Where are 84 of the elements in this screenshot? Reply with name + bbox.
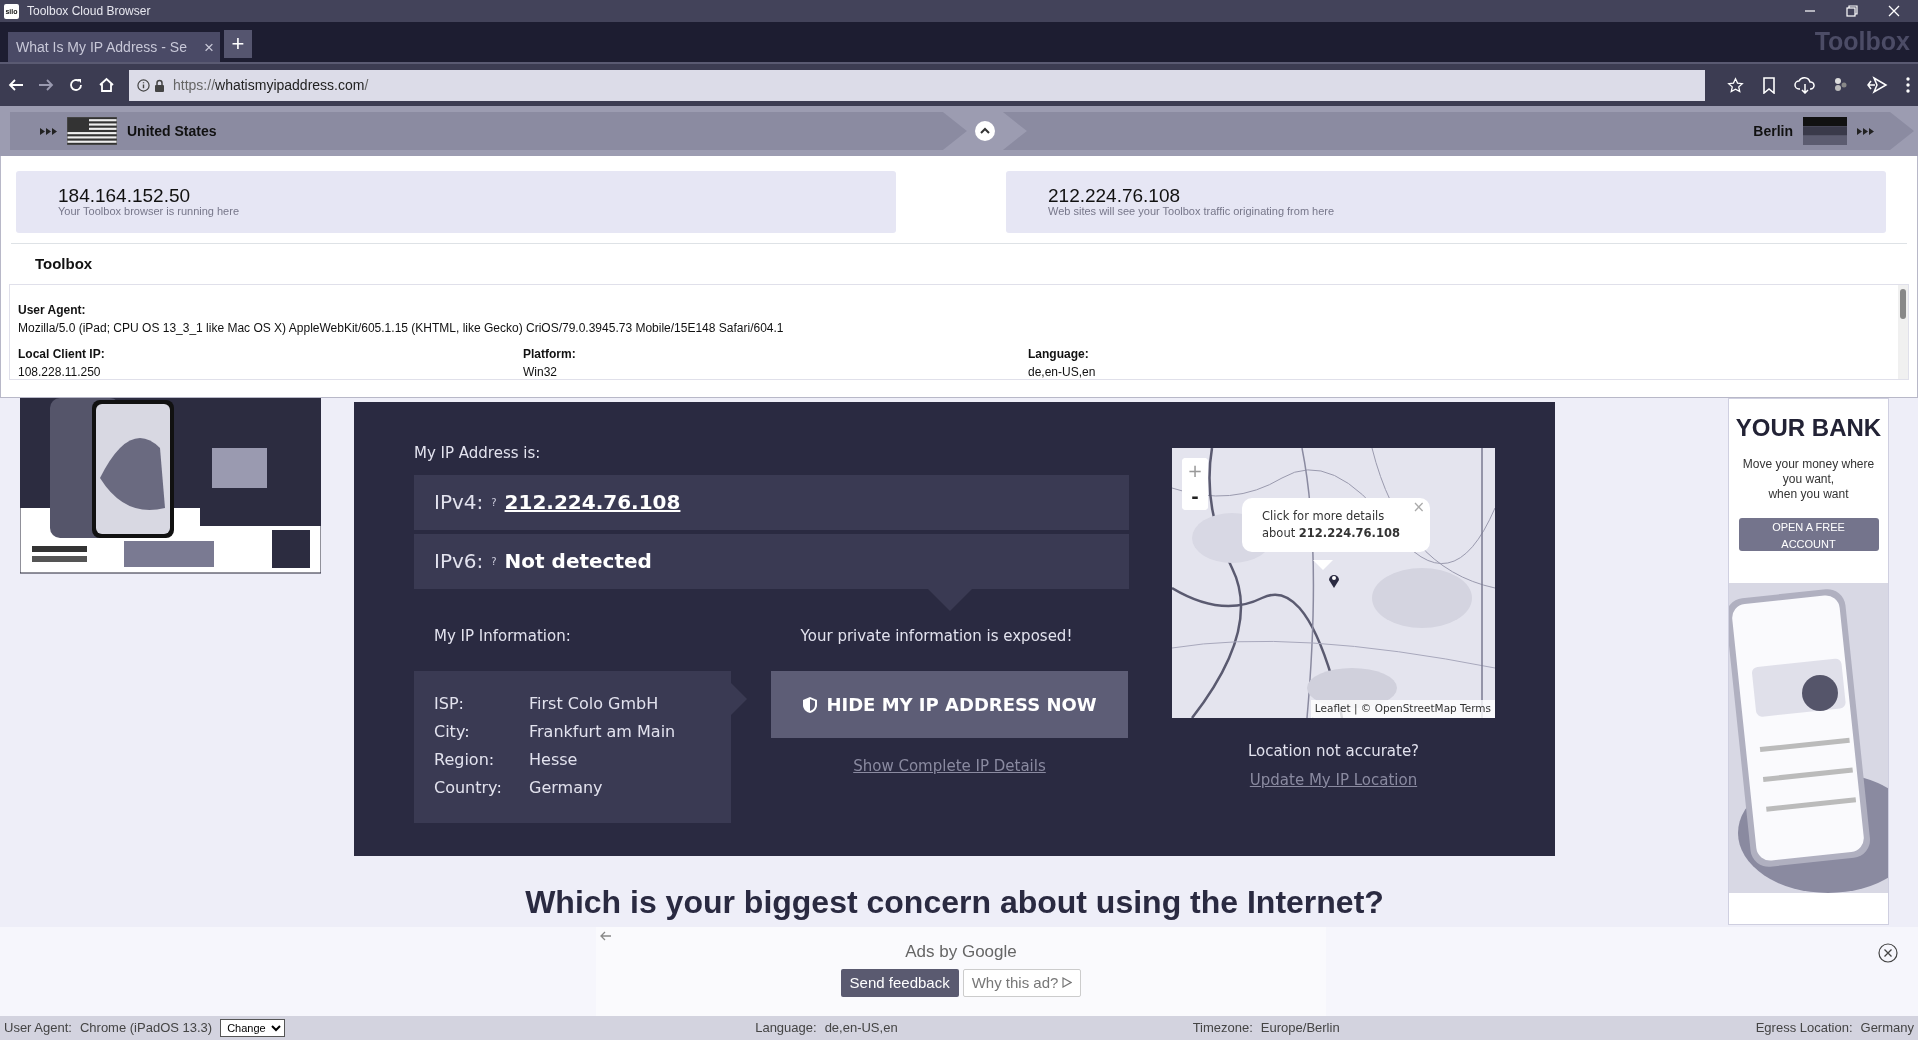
section-title: Toolbox — [35, 255, 93, 272]
status-label: Timezone: — [1192, 1019, 1253, 1038]
change-select[interactable]: Change — [220, 1019, 286, 1037]
field-label: Local Client IP: — [18, 346, 106, 363]
status-value: de,en-US,en — [824, 1019, 898, 1038]
menu-icon[interactable] — [1906, 77, 1910, 93]
field-label: Language: — [1028, 346, 1090, 363]
info-icon — [137, 78, 150, 92]
browser-tab[interactable]: What Is My IP Address - Se × — [8, 32, 220, 62]
origin-label: United States — [127, 121, 217, 141]
field-value: de,en-US,en — [1028, 364, 1097, 379]
cloud-download-icon[interactable] — [1794, 76, 1816, 94]
status-value: Germany — [1860, 1019, 1914, 1038]
ad-heading: YOUR BANK — [1735, 415, 1882, 441]
flag-icon — [67, 117, 117, 145]
url-text[interactable]: https://whatismyipaddress.com/ — [173, 74, 369, 96]
shield-icon — [802, 695, 819, 714]
details-link[interactable]: Show Complete IP Details — [853, 755, 1046, 778]
help-link[interactable]: ? — [491, 494, 497, 510]
send-icon[interactable] — [1866, 76, 1888, 94]
section-heading: Which is your biggest concern about using the Internet? — [524, 883, 1385, 922]
field-label: Platform: — [523, 346, 577, 363]
star-icon[interactable] — [1727, 76, 1744, 94]
ip-caption: Your Toolbox browser is running here — [58, 205, 240, 217]
ip-value: Not detected — [504, 548, 652, 575]
info-value: Hesse — [529, 750, 578, 769]
field-label: User Agent: — [18, 302, 87, 319]
ip-address: 184.164.152.50 — [58, 186, 192, 205]
window-title: Toolbox Cloud Browser — [27, 3, 151, 20]
panel-label: My IP Address is: — [414, 443, 542, 464]
info-value: First Colo GmbH — [529, 694, 659, 713]
dots-icon[interactable] — [1834, 77, 1848, 93]
home-icon[interactable] — [98, 77, 115, 93]
location-question: Location not accurate? — [1247, 741, 1420, 762]
arrows-icon — [40, 127, 57, 135]
destination-label: Berlin — [1753, 121, 1793, 141]
ip-caption: Web sites will see your Toolbox traffic originating from here — [1048, 205, 1336, 217]
back-icon[interactable] — [8, 77, 24, 93]
info-label: City: — [434, 721, 471, 743]
help-link[interactable]: ? — [491, 553, 497, 569]
flag-icon — [1803, 117, 1847, 145]
restore-icon[interactable] — [1846, 5, 1858, 17]
why-this-ad-button[interactable]: Why this ad? — [962, 968, 1082, 997]
lock-icon — [154, 78, 165, 92]
info-value: Germany — [529, 778, 603, 797]
info-value: Frankfurt am Main — [529, 722, 676, 741]
ip-value[interactable]: 212.224.76.108 — [504, 487, 681, 517]
status-value: Chrome (iPadOS 13.3) — [79, 1019, 213, 1038]
forward-icon[interactable] — [38, 77, 54, 93]
status-label: Egress Location: — [1755, 1019, 1853, 1038]
map-pin-icon[interactable] — [1328, 572, 1340, 589]
close-icon[interactable] — [1878, 943, 1898, 963]
bookmark-icon[interactable] — [1762, 76, 1776, 94]
field-value: 108.228.11.250 — [18, 364, 102, 379]
info-label: Country: — [434, 777, 503, 799]
send-feedback-button[interactable]: Send feedback — [840, 968, 959, 997]
warning-text: Your private information is exposed! — [799, 625, 1074, 647]
new-tab-button[interactable]: + — [224, 30, 252, 58]
status-label: User Agent: — [4, 1019, 72, 1038]
status-value: Europe/Berlin — [1260, 1019, 1340, 1038]
popup-tail — [1313, 560, 1333, 570]
info-label: ISP: — [434, 693, 465, 715]
status-label: Language: — [755, 1019, 817, 1038]
panel-label: My IP Information: — [433, 625, 572, 647]
open-account-button[interactable]: OPEN A FREE ACCOUNT — [1738, 518, 1879, 551]
popup-text: Click for more details about 212.224.76.108 — [1262, 509, 1400, 540]
close-tab-button[interactable]: × — [204, 38, 214, 56]
url-field[interactable]: https://whatismyipaddress.com/ — [129, 69, 1705, 101]
map-attribution: Leaflet | © OpenStreetMap Terms — [1310, 700, 1495, 718]
play-icon — [1062, 977, 1073, 989]
update-location-link[interactable]: Update My IP Location — [1249, 768, 1418, 791]
collapse-button[interactable] — [974, 121, 995, 141]
ad-text: Move your money where you want, when you want — [1742, 457, 1875, 502]
ip-address: 212.224.76.108 — [1048, 186, 1182, 205]
ip-label: IPv6: — [434, 548, 484, 575]
field-value: Win32 — [523, 364, 558, 379]
arrows-icon — [1857, 127, 1874, 135]
hide-ip-button[interactable]: HIDE MY IP ADDRESS NOW — [771, 671, 1128, 738]
ads-by-google-label: Ads by Google — [905, 941, 1017, 963]
reload-icon[interactable] — [68, 77, 84, 93]
ip-label: IPv4: — [434, 489, 484, 516]
info-label: Region: — [434, 749, 496, 771]
field-value: Mozilla/5.0 (iPad; CPU OS 13_3_1 like Mac OS X) AppleWebKit/605.1.15 (KHTML, like Gecko) CriOS/79.0.3945.73 Mobile/15E148 Safari/604.1 — [18, 320, 785, 337]
back-arrow-icon[interactable] — [600, 931, 612, 941]
